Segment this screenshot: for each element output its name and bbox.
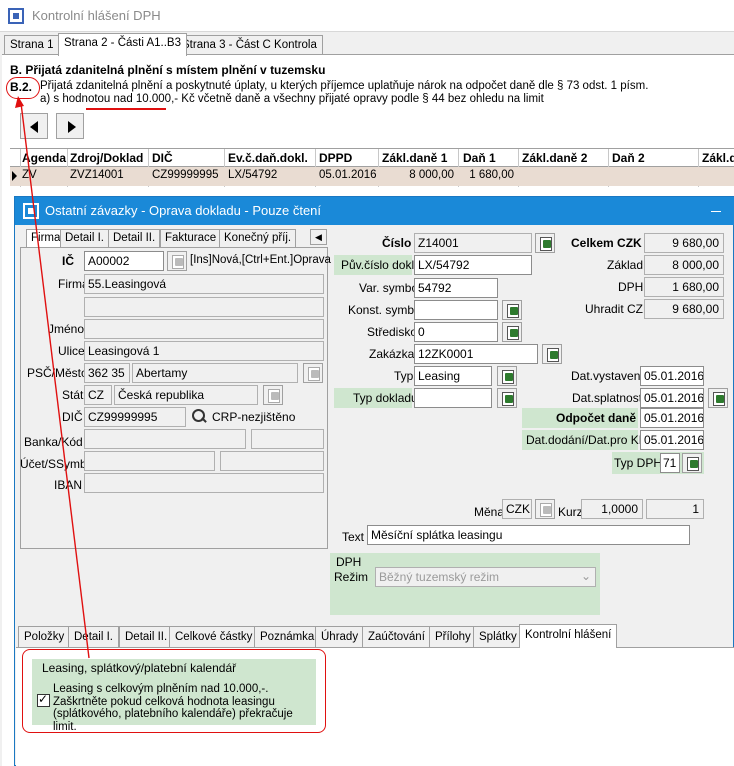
tab-strana-2[interactable]: Strana 2 - Části A1..B3 xyxy=(58,33,187,56)
annotation-arrow xyxy=(15,96,90,659)
